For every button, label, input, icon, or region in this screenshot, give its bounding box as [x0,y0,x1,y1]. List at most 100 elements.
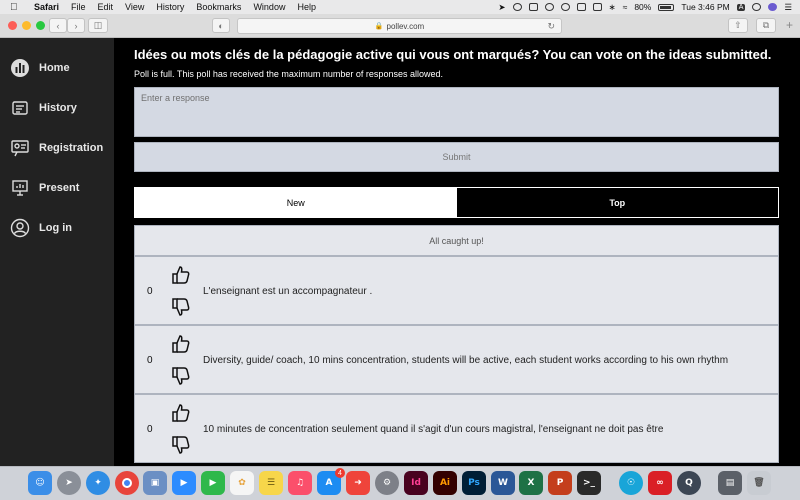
browser-toolbar: ‹ › ◫ ◐ 🔒 pollev.com ↻ ⇧ ⧉ + [0,14,800,38]
tab-top[interactable]: Top [456,188,778,217]
record-icon[interactable] [512,3,522,11]
close-window-button[interactable] [8,21,17,30]
present-icon [10,178,30,198]
powerpoint-icon[interactable]: P [548,471,572,495]
poll-main: Idées ou mots clés de la pédagogie activ… [114,38,800,466]
launchpad-icon[interactable]: ➤ [57,471,81,495]
registration-icon [10,138,30,158]
sidebar-item-label: History [39,102,77,114]
menu-bookmarks[interactable]: Bookmarks [196,2,241,12]
thumbs-up-icon[interactable] [171,403,191,423]
clock[interactable]: Tue 3:46 PM [681,2,729,12]
screen-icon[interactable] [528,3,538,11]
response-placeholder: Enter a response [141,93,210,103]
terminal-icon[interactable]: >_ [577,471,601,495]
anydesk-icon[interactable]: ➜ [346,471,370,495]
sidebar-item-label: Present [39,182,80,194]
battery-percent[interactable]: 80% [634,2,651,12]
list-item: 0 Diversity, guide/ coach, 10 mins conce… [134,325,779,394]
system-preferences-icon[interactable]: ⚙ [375,471,399,495]
sidebar-item-login[interactable]: Log in [10,218,110,238]
history-icon [10,98,30,118]
list-item: 0 10 minutes de concentration seulement … [134,394,779,463]
zoom-icon[interactable]: ▶ [172,471,196,495]
chrome-icon[interactable] [115,471,139,495]
input-source-icon[interactable]: A [736,3,746,11]
idea-text: 10 minutes de concentration seulement qu… [203,424,664,435]
facetime-icon[interactable]: ▶ [201,471,225,495]
vote-count: 0 [147,286,153,297]
safari-icon[interactable]: ✦ [86,471,110,495]
accessibility-icon[interactable]: ☉ [619,471,643,495]
thumbs-down-icon[interactable] [171,435,191,455]
caught-up-banner: All caught up! [134,225,779,256]
idea-text: Diversity, guide/ coach, 10 mins concent… [203,355,729,366]
menu-file[interactable]: File [71,2,86,12]
thumbs-down-icon[interactable] [171,366,191,386]
sidebar: Home History Registration Present Log in [0,38,114,466]
photoshop-icon[interactable]: Ps [462,471,486,495]
privacy-shield-button[interactable]: ◐ [212,18,230,33]
menu-bar:  Safari File Edit View History Bookmark… [0,0,800,14]
bluetooth-icon[interactable]: ∗ [609,2,616,13]
location-icon[interactable]: ➤ [498,2,505,13]
idea-text: L'enseignant est un accompagnateur . [203,286,373,297]
display-icon[interactable] [576,3,586,11]
menu-view[interactable]: View [125,2,144,12]
word-icon[interactable]: W [491,471,515,495]
files-icon[interactable]: ▤ [718,471,742,495]
lock-icon: 🔒 [374,23,384,30]
preview-icon[interactable]: ▣ [143,471,167,495]
control-center-icon[interactable]: ☰ [784,2,792,13]
search-icon[interactable] [752,3,762,11]
dock: ☺ ➤ ✦ ▣ ▶ ▶ ✿ ☰ ♫ A 4 ➜ ⚙ Id Ai Ps W X P… [0,466,800,500]
creative-cloud-icon[interactable]: ∞ [648,471,672,495]
sidebar-item-present[interactable]: Present [10,178,110,198]
response-input[interactable]: Enter a response [134,87,779,137]
sync-icon[interactable] [560,3,570,11]
finder-icon[interactable]: ☺ [28,471,52,495]
back-button[interactable]: ‹ [49,18,67,33]
vote-count: 0 [147,424,153,435]
new-tab-button[interactable]: + [786,18,793,32]
submit-button[interactable]: Submit [134,142,779,172]
list-item: 0 L'enseignant est un accompagnateur . [134,256,779,325]
trash-icon[interactable]: 🗑 [747,471,771,495]
share-button[interactable]: ⇧ [728,18,748,33]
excel-icon[interactable]: X [519,471,543,495]
menu-app-name[interactable]: Safari [34,2,59,12]
bar-chart-icon [10,58,30,78]
vote-count: 0 [147,355,153,366]
illustrator-icon[interactable]: Ai [433,471,457,495]
wifi-icon[interactable]: ≈ [623,2,628,12]
tabs-overview-button[interactable]: ⧉ [756,18,776,33]
thumbs-up-icon[interactable] [171,265,191,285]
menu-edit[interactable]: Edit [98,2,114,12]
address-bar[interactable]: 🔒 pollev.com ↻ [237,18,562,34]
indesign-icon[interactable]: Id [404,471,428,495]
photos-icon[interactable]: ✿ [230,471,254,495]
siri-icon[interactable] [768,3,778,11]
notes-icon[interactable]: ☰ [259,471,283,495]
sidebar-item-registration[interactable]: Registration [10,138,110,158]
apple-menu-icon[interactable]:  [10,2,22,13]
sidebar-item-history[interactable]: History [10,98,110,118]
forward-button[interactable]: › [67,18,85,33]
menu-help[interactable]: Help [297,2,316,12]
menu-history[interactable]: History [156,2,184,12]
sidebar-toggle-button[interactable]: ◫ [88,18,108,33]
minimize-window-button[interactable] [22,21,31,30]
thumbs-down-icon[interactable] [171,297,191,317]
close-circle-icon[interactable] [544,3,554,11]
airplay-icon[interactable] [592,3,602,11]
battery-icon[interactable] [658,3,675,11]
sidebar-item-home[interactable]: Home [10,58,110,78]
reload-icon[interactable]: ↻ [547,21,555,32]
app-store-badge: 4 [335,468,345,478]
thumbs-up-icon[interactable] [171,334,191,354]
menu-window[interactable]: Window [253,2,285,12]
tab-new[interactable]: New [135,188,457,217]
zoom-window-button[interactable] [36,21,45,30]
quicktime-icon[interactable]: Q [677,471,701,495]
music-icon[interactable]: ♫ [288,471,312,495]
